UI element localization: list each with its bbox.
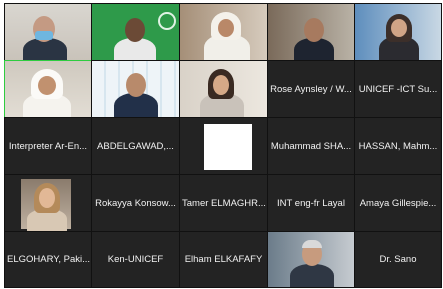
participant-name-tile[interactable]: Interpreter Ar-En... [4, 117, 92, 175]
participant-name-label: INT eng-fr Layal [277, 197, 345, 209]
participant-name-label: Dr. Sano [379, 254, 417, 265]
participant-video-tile[interactable] [267, 3, 355, 61]
participant-video-tile[interactable] [4, 3, 92, 61]
video-grid: Rose Aynsley / W... UNICEF -ICT Su... In… [4, 3, 442, 288]
participant-name-tile[interactable]: Muhammad SHA... [267, 117, 355, 175]
participant-name-label: ELGOHARY, Paki... [7, 254, 91, 265]
participant-name-label: ABDELGAWAD,... [97, 140, 174, 152]
participant-name-tile[interactable]: INT eng-fr Layal [267, 174, 355, 232]
participant-name-label: UNICEF -ICT Su... [358, 83, 438, 95]
participant-video-tile[interactable] [179, 60, 268, 118]
participant-blank-tile[interactable] [179, 117, 268, 175]
participant-video-tile-active-speaker[interactable] [4, 60, 92, 118]
participant-name-tile[interactable]: Rose Aynsley / W... [267, 60, 355, 118]
participant-name-tile[interactable]: Ken-UNICEF [91, 231, 180, 288]
participant-name-tile[interactable]: Amaya Gillespie... [354, 174, 442, 232]
participant-name-tile[interactable]: Tamer ELMAGHR... [179, 174, 268, 232]
participant-name-label: Rose Aynsley / W... [270, 83, 352, 95]
participant-name-label: Muhammad SHA... [270, 140, 352, 152]
participant-name-tile[interactable]: ABDELGAWAD,... [91, 117, 180, 175]
participant-video-tile[interactable] [91, 60, 180, 118]
participant-name-tile[interactable]: UNICEF -ICT Su... [354, 60, 442, 118]
participant-name-label: HASSAN, Mahm... [358, 140, 438, 152]
participant-name-tile[interactable]: Elham ELKAFAFY [179, 231, 268, 288]
participant-video-tile[interactable] [354, 3, 442, 61]
participant-name-label: Rokayya Konsow... [95, 197, 176, 209]
participant-video-tile[interactable] [91, 3, 180, 61]
participant-name-tile[interactable]: Rokayya Konsow... [91, 174, 180, 232]
participant-video-tile[interactable] [267, 231, 355, 288]
participant-name-label: Interpreter Ar-En... [8, 140, 88, 152]
participant-name-label: Ken-UNICEF [107, 254, 164, 265]
participant-video-tile[interactable] [179, 3, 268, 61]
participant-video-tile[interactable] [4, 174, 92, 232]
participant-name-tile[interactable]: ELGOHARY, Paki... [4, 231, 92, 288]
participant-name-tile[interactable]: HASSAN, Mahm... [354, 117, 442, 175]
participant-name-label: Amaya Gillespie... [359, 197, 437, 209]
blank-video-placeholder [204, 124, 252, 170]
participant-name-label: Elham ELKAFAFY [184, 254, 263, 265]
participant-name-label: Tamer ELMAGHR... [182, 197, 266, 209]
participant-name-tile[interactable]: Dr. Sano [354, 231, 442, 288]
